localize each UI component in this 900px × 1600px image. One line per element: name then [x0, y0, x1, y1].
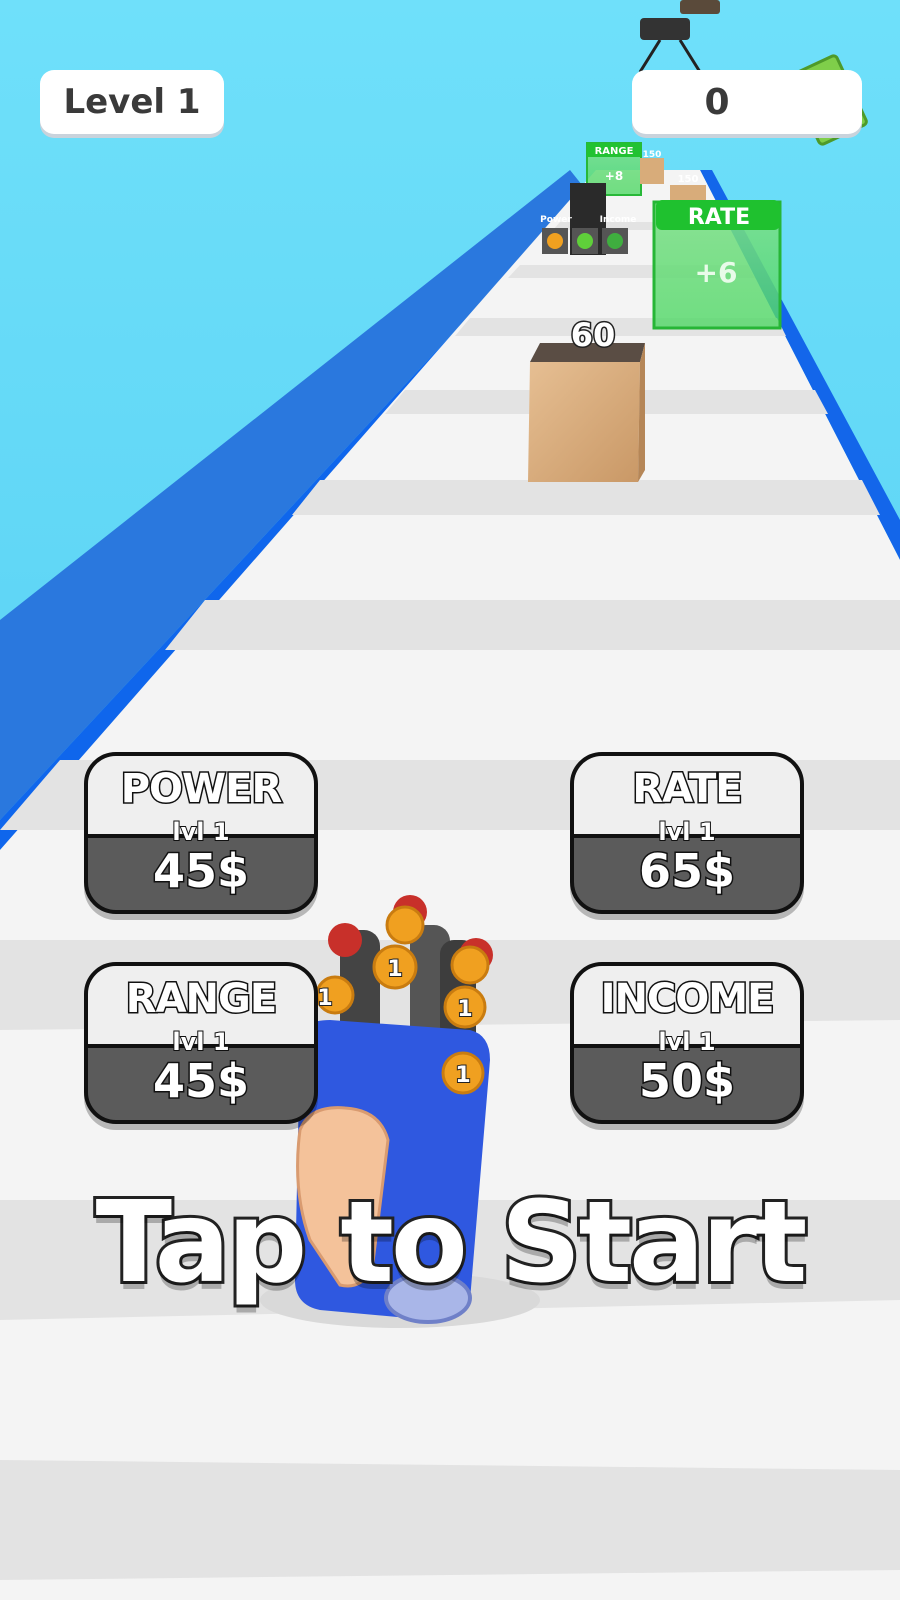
upgrade-level: lvl 1	[171, 1027, 230, 1057]
tap-to-start-prompt: Tap to Start	[93, 1175, 811, 1311]
svg-text:1: 1	[387, 957, 402, 982]
upgrade-cost: 45$	[151, 843, 250, 900]
upgrade-level: lvl 1	[171, 817, 230, 847]
crate-hp: 60	[571, 316, 616, 354]
svg-text:150: 150	[678, 174, 699, 185]
svg-text:Power: Power	[540, 215, 572, 225]
upgrade-name: INCOME	[599, 975, 776, 1024]
upgrade-name: POWER	[119, 765, 284, 814]
upgrade-rate-button[interactable]: RATE lvl 1 65$	[570, 752, 804, 914]
rate-gate-label: RATE	[688, 205, 750, 230]
money-value: 0	[704, 81, 730, 123]
rate-gate: RATE +6	[652, 200, 782, 330]
upgrade-level: lvl 1	[657, 817, 716, 847]
level-badge: Level 1	[40, 70, 224, 134]
svg-text:150: 150	[643, 150, 662, 160]
svg-text:1: 1	[457, 997, 472, 1022]
upgrade-name: RANGE	[124, 975, 278, 1024]
svg-text:1: 1	[317, 986, 332, 1011]
rate-gate-bonus: +6	[695, 256, 738, 289]
upgrade-power-button[interactable]: POWER lvl 1 45$	[84, 752, 318, 914]
money-counter: 0	[632, 70, 862, 134]
upgrade-cost: 50$	[637, 1053, 736, 1110]
upgrade-name: RATE	[631, 765, 744, 814]
level-label: Level 1	[63, 82, 201, 122]
upgrade-cost: 65$	[637, 843, 736, 900]
upgrade-range-button[interactable]: RANGE lvl 1 45$	[84, 962, 318, 1124]
far-gate-label: RANGE	[595, 146, 634, 157]
far-gate-bonus: +8	[605, 169, 623, 183]
far-block-1: 150	[640, 150, 664, 184]
svg-text:1: 1	[455, 1063, 470, 1088]
upgrade-level: lvl 1	[657, 1027, 716, 1057]
upgrade-cost: 45$	[151, 1053, 250, 1110]
upgrade-income-button[interactable]: INCOME lvl 1 50$	[570, 962, 804, 1124]
svg-text:Income: Income	[600, 215, 637, 225]
